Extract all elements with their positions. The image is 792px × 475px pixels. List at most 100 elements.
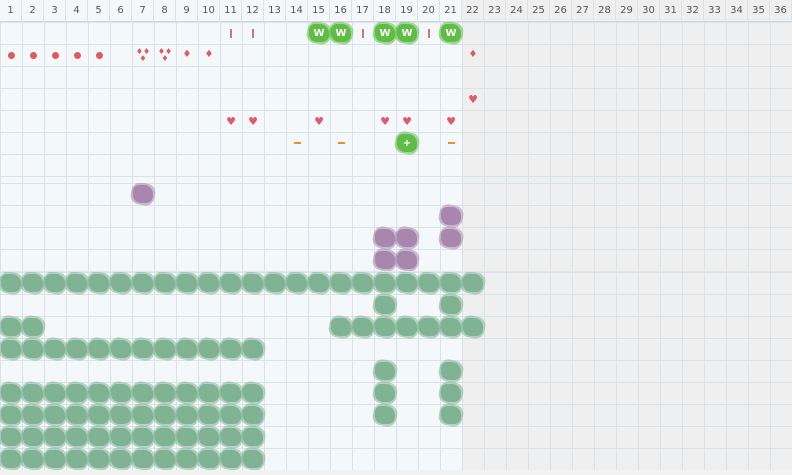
day-header-13[interactable]: 13: [264, 0, 286, 22]
period-dot-icon[interactable]: [66, 44, 88, 66]
green-blob-icon[interactable]: [352, 316, 374, 338]
day-header-34[interactable]: 34: [726, 0, 748, 22]
green-blob-icon[interactable]: [330, 316, 352, 338]
period-dot-icon[interactable]: [88, 44, 110, 66]
day-header-11[interactable]: 11: [220, 0, 242, 22]
heart-icon[interactable]: ♥: [374, 110, 396, 132]
heart-icon[interactable]: ♥: [396, 110, 418, 132]
green-blob-icon[interactable]: [154, 272, 176, 294]
green-blob-icon[interactable]: [374, 294, 396, 316]
green-blob-icon[interactable]: [396, 316, 418, 338]
day-header-5[interactable]: 5: [88, 0, 110, 22]
green-blob-icon[interactable]: [110, 338, 132, 360]
green-blob-icon[interactable]: [88, 426, 110, 448]
green-blob-icon[interactable]: [88, 448, 110, 470]
day-header-24[interactable]: 24: [506, 0, 528, 22]
green-blob-icon[interactable]: [220, 338, 242, 360]
green-blob-icon[interactable]: [66, 426, 88, 448]
day-header-23[interactable]: 23: [484, 0, 506, 22]
day-header-7[interactable]: 7: [132, 0, 154, 22]
green-blob-icon[interactable]: [176, 338, 198, 360]
day-header-10[interactable]: 10: [198, 0, 220, 22]
green-blob-icon[interactable]: [44, 382, 66, 404]
green-blob-icon[interactable]: [154, 426, 176, 448]
green-blob-icon[interactable]: [110, 426, 132, 448]
day-header-14[interactable]: 14: [286, 0, 308, 22]
heart-icon[interactable]: ♥: [440, 110, 462, 132]
purple-blob-icon[interactable]: [440, 205, 462, 227]
period-dot-icon[interactable]: [44, 44, 66, 66]
period-drop-icon[interactable]: ♦: [176, 44, 198, 66]
purple-blob-icon[interactable]: [374, 249, 396, 271]
day-header-36[interactable]: 36: [770, 0, 792, 22]
green-blob-icon[interactable]: [88, 272, 110, 294]
green-blob-icon[interactable]: [242, 272, 264, 294]
green-blob-icon[interactable]: [44, 404, 66, 426]
w-badge-icon[interactable]: W: [308, 22, 330, 44]
green-blob-icon[interactable]: [154, 404, 176, 426]
green-blob-icon[interactable]: [242, 448, 264, 470]
day-header-26[interactable]: 26: [550, 0, 572, 22]
heavy-flow-drops-icon[interactable]: ♦♦ ♦: [154, 44, 176, 66]
period-drop-icon[interactable]: ♦: [198, 44, 220, 66]
green-blob-icon[interactable]: [374, 382, 396, 404]
green-blob-icon[interactable]: [198, 448, 220, 470]
green-blob-icon[interactable]: [44, 338, 66, 360]
green-blob-icon[interactable]: [0, 448, 22, 470]
day-header-18[interactable]: 18: [374, 0, 396, 22]
green-blob-icon[interactable]: [132, 404, 154, 426]
purple-blob-icon[interactable]: [396, 227, 418, 249]
tick-mark-icon[interactable]: [352, 22, 374, 44]
w-badge-icon[interactable]: W: [440, 22, 462, 44]
green-blob-icon[interactable]: [440, 316, 462, 338]
green-blob-icon[interactable]: [176, 272, 198, 294]
green-blob-icon[interactable]: [110, 272, 132, 294]
green-blob-icon[interactable]: [440, 404, 462, 426]
period-dot-icon[interactable]: [0, 44, 22, 66]
day-header-3[interactable]: 3: [44, 0, 66, 22]
green-blob-icon[interactable]: [66, 382, 88, 404]
day-header-16[interactable]: 16: [330, 0, 352, 22]
green-blob-icon[interactable]: [44, 426, 66, 448]
period-drop-icon[interactable]: ♦: [462, 44, 484, 66]
green-blob-icon[interactable]: [66, 338, 88, 360]
day-header-9[interactable]: 9: [176, 0, 198, 22]
green-blob-icon[interactable]: [352, 272, 374, 294]
green-blob-icon[interactable]: [308, 272, 330, 294]
day-header-17[interactable]: 17: [352, 0, 374, 22]
day-header-28[interactable]: 28: [594, 0, 616, 22]
day-header-25[interactable]: 25: [528, 0, 550, 22]
green-blob-icon[interactable]: [22, 316, 44, 338]
day-header-20[interactable]: 20: [418, 0, 440, 22]
day-header-6[interactable]: 6: [110, 0, 132, 22]
green-blob-icon[interactable]: [374, 272, 396, 294]
day-header-21[interactable]: 21: [440, 0, 462, 22]
green-blob-icon[interactable]: [220, 272, 242, 294]
green-blob-icon[interactable]: [22, 404, 44, 426]
dash-icon[interactable]: [286, 132, 308, 154]
day-header-35[interactable]: 35: [748, 0, 770, 22]
green-blob-icon[interactable]: [198, 338, 220, 360]
w-badge-icon[interactable]: W: [374, 22, 396, 44]
tick-mark-icon[interactable]: [418, 22, 440, 44]
green-blob-icon[interactable]: [286, 272, 308, 294]
day-header-15[interactable]: 15: [308, 0, 330, 22]
green-blob-icon[interactable]: [22, 448, 44, 470]
green-blob-icon[interactable]: [242, 382, 264, 404]
green-blob-icon[interactable]: [198, 426, 220, 448]
green-blob-icon[interactable]: [440, 272, 462, 294]
green-blob-icon[interactable]: [330, 272, 352, 294]
purple-blob-icon[interactable]: [396, 249, 418, 271]
green-blob-icon[interactable]: [132, 448, 154, 470]
green-blob-icon[interactable]: [88, 338, 110, 360]
day-header-4[interactable]: 4: [66, 0, 88, 22]
green-blob-icon[interactable]: [22, 426, 44, 448]
green-blob-icon[interactable]: [418, 316, 440, 338]
green-blob-icon[interactable]: [66, 448, 88, 470]
green-blob-icon[interactable]: [440, 360, 462, 382]
green-blob-icon[interactable]: [220, 448, 242, 470]
green-blob-icon[interactable]: [418, 272, 440, 294]
green-blob-icon[interactable]: [440, 294, 462, 316]
day-header-8[interactable]: 8: [154, 0, 176, 22]
day-header-1[interactable]: 1: [0, 0, 22, 22]
